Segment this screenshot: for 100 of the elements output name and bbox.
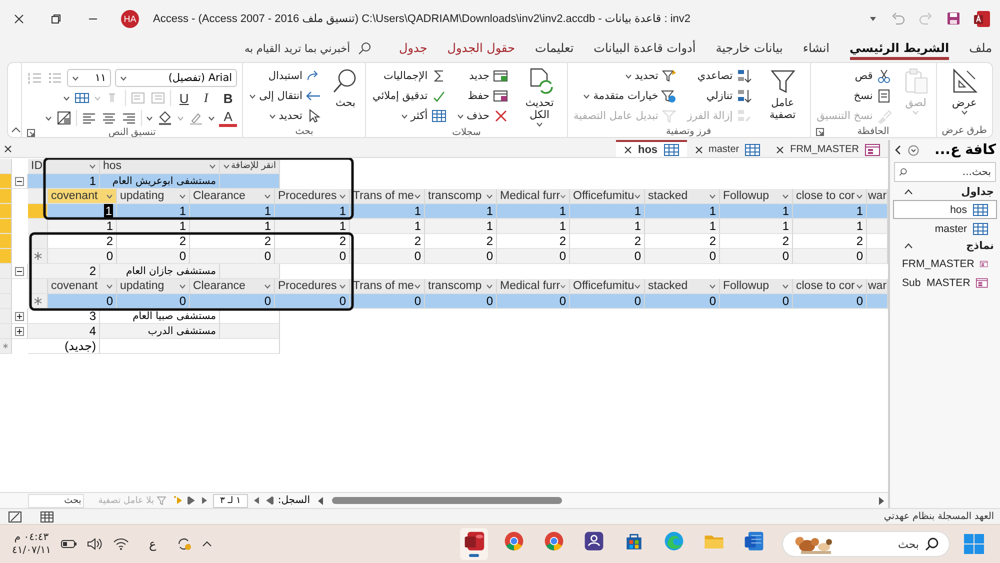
battery-icon[interactable] — [60, 539, 77, 549]
caret-icon[interactable] — [414, 194, 421, 198]
pane-title[interactable]: كافة ع... — [934, 142, 996, 158]
ribbon-tab[interactable]: حقول الجدول — [447, 38, 516, 60]
close-icon[interactable] — [776, 146, 784, 154]
ribbon-button[interactable]: حذف — [456, 106, 510, 126]
account-avatar[interactable]: HA — [121, 10, 139, 28]
caret-icon[interactable] — [414, 284, 421, 288]
taskbar-app[interactable] — [460, 528, 488, 560]
ribbon-tab[interactable]: أدوات قاعدة البيانات — [594, 38, 696, 60]
caret-icon[interactable] — [179, 284, 186, 288]
pane-item[interactable]: Sub MASTER — [893, 273, 997, 292]
column-header[interactable]: Medical furr — [497, 279, 570, 294]
pane-item[interactable]: FRM_MASTER — [893, 254, 997, 273]
collapse-pane-icon[interactable] — [894, 145, 902, 155]
expand-icon[interactable] — [15, 312, 24, 320]
caret-icon[interactable] — [264, 194, 271, 198]
column-header[interactable]: Clearance — [190, 189, 275, 204]
ribbon-tab[interactable]: جدول — [399, 38, 428, 60]
app-logo-icon[interactable] — [974, 10, 990, 26]
record-position-field[interactable]: ١ لـ ٣ — [213, 494, 248, 508]
caret-icon[interactable] — [106, 194, 113, 198]
ribbon-button[interactable]: قص — [816, 66, 893, 86]
search-box[interactable]: بحث — [782, 531, 950, 557]
dialog-launcher-icon[interactable] — [27, 128, 36, 136]
dropdown-icon[interactable] — [869, 16, 877, 22]
font-size-field[interactable]: ١١ — [67, 69, 112, 87]
column-header[interactable]: stacked — [645, 189, 720, 204]
caret-icon[interactable] — [782, 284, 789, 288]
save-icon[interactable] — [947, 12, 960, 25]
column-header[interactable]: war — [867, 189, 888, 204]
caret-icon[interactable] — [72, 76, 80, 80]
underline-button[interactable]: U — [175, 89, 194, 107]
document-tab[interactable]: hos — [616, 140, 687, 157]
caret-icon[interactable] — [249, 94, 256, 98]
ribbon-tab[interactable]: ملف — [969, 38, 992, 60]
caret-icon[interactable] — [339, 194, 346, 198]
pane-group-header[interactable]: جداول — [890, 184, 1000, 200]
scrollbar-thumb[interactable] — [332, 496, 562, 504]
language-indicator[interactable]: ع — [148, 537, 156, 551]
column-header[interactable]: close to cor — [793, 189, 867, 204]
pane-search-field[interactable]: بحث... — [911, 166, 991, 178]
column-header[interactable]: updating — [117, 279, 190, 294]
ribbon-button[interactable]: أكثر — [371, 106, 448, 126]
caret-icon[interactable] — [486, 284, 493, 288]
previous-record-icon[interactable] — [252, 496, 261, 505]
document-tab[interactable]: FRM_MASTER — [768, 140, 888, 157]
close-icon[interactable] — [14, 14, 24, 24]
ribbon-button[interactable]: تدقيق إملائي — [371, 86, 448, 106]
caret-icon[interactable] — [400, 114, 408, 118]
ribbon-tab[interactable]: تعليمات — [535, 38, 574, 60]
column-header[interactable]: Procedures — [275, 189, 350, 204]
caret-icon[interactable] — [268, 114, 276, 118]
column-header[interactable]: Clearance — [190, 279, 275, 294]
caret-icon[interactable] — [208, 116, 216, 120]
column-header[interactable]: Followup — [720, 189, 793, 204]
caret-icon[interactable] — [339, 284, 346, 288]
scroll-right-icon[interactable] — [878, 496, 884, 504]
caret-icon[interactable] — [709, 284, 716, 288]
caret-icon[interactable] — [486, 194, 493, 198]
pane-group-header[interactable]: نماذج — [890, 238, 1000, 254]
fill-color-icon[interactable] — [157, 110, 174, 126]
column-header[interactable]: Procedures — [275, 279, 350, 294]
ribbon-button[interactable]: حفظ — [456, 86, 510, 106]
chevron-up-icon[interactable] — [202, 541, 212, 547]
pane-item[interactable]: master — [893, 219, 997, 238]
ribbon-button[interactable]: تحديث الكل — [518, 66, 562, 127]
ribbon-button[interactable]: انتقال إلى — [248, 86, 322, 106]
caret-icon[interactable] — [856, 194, 863, 198]
ribbon-tab[interactable]: انشاء — [802, 38, 830, 60]
last-record-icon[interactable] — [187, 496, 196, 505]
column-header[interactable]: stacked — [645, 279, 720, 294]
caret-icon[interactable] — [960, 110, 968, 115]
taskbar-search-field[interactable]: بحث — [849, 538, 919, 550]
start-icon[interactable] — [964, 534, 984, 554]
search-icon[interactable] — [925, 537, 939, 551]
column-header[interactable]: ID — [28, 159, 100, 174]
caret-icon[interactable] — [63, 96, 70, 100]
column-header[interactable]: covenant — [48, 189, 117, 204]
caret-icon[interactable] — [146, 116, 154, 120]
ribbon-button[interactable]: استبدال — [248, 66, 322, 86]
dialog-launcher-icon[interactable] — [816, 128, 824, 136]
collapse-icon[interactable] — [15, 266, 24, 276]
ribbon-button[interactable]: تحديد — [248, 106, 322, 126]
caret-icon[interactable] — [264, 284, 271, 288]
restore-icon[interactable] — [50, 14, 60, 24]
italic-button[interactable]: I — [197, 89, 216, 107]
column-header[interactable]: transcomp — [425, 279, 497, 294]
caret-icon[interactable] — [89, 164, 96, 168]
caret-icon[interactable] — [634, 194, 641, 198]
close-icon[interactable] — [624, 146, 632, 154]
caret-icon[interactable] — [179, 194, 186, 198]
sync-icon[interactable] — [176, 536, 192, 552]
ribbon-button[interactable]: بحث — [330, 66, 360, 109]
design-view-icon[interactable] — [8, 510, 22, 522]
column-header[interactable]: hos — [100, 159, 220, 174]
caret-icon[interactable] — [709, 194, 716, 198]
caret-icon[interactable] — [456, 114, 464, 118]
ribbon-button[interactable]: تحديد — [572, 66, 678, 86]
search-icon[interactable] — [358, 42, 372, 55]
